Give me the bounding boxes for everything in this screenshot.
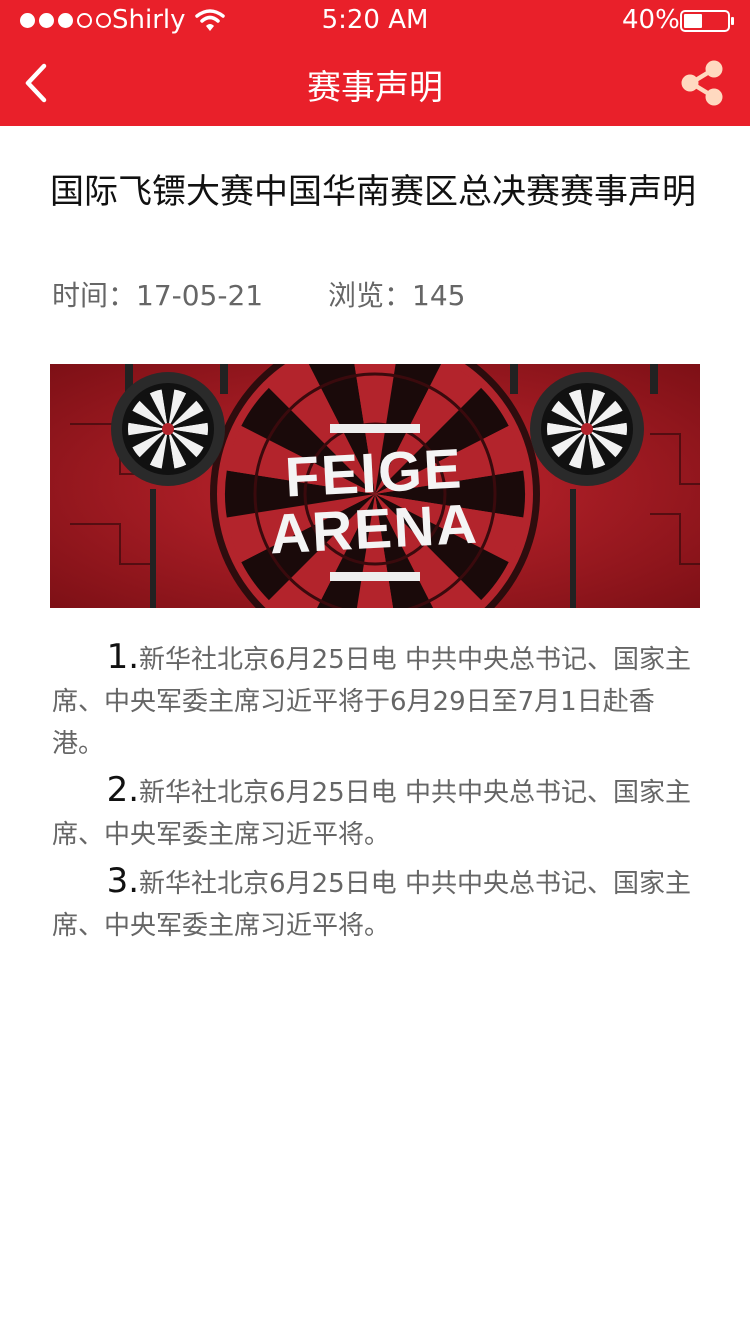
page-title: 赛事声明	[307, 68, 443, 108]
paragraph-text: 新华社北京6月25日电 中共中央总书记、国家主席、中央军委主席习近平将于6月29…	[52, 645, 691, 759]
article-banner-image: FEIGE ARENA	[50, 364, 700, 608]
view-count: 浏览：145	[328, 279, 466, 312]
header: Shirly 5:20 AM 40% 赛事声明	[0, 0, 750, 126]
nav-bar: 赛事声明	[0, 42, 750, 126]
battery-percentage: 40%	[622, 5, 680, 35]
banner-text-arena: ARENA	[268, 492, 480, 566]
paragraph-text: 新华社北京6月25日电 中共中央总书记、国家主席、中央军委主席习近平将。	[52, 778, 691, 850]
article-paragraph: 1.新华社北京6月25日电 中共中央总书记、国家主席、中央军委主席习近平将于6月…	[52, 636, 692, 765]
darts-arena-illustration: FEIGE ARENA	[50, 364, 700, 608]
battery-icon	[680, 10, 734, 32]
paragraph-number: 2.	[106, 770, 140, 810]
share-button[interactable]	[680, 58, 726, 108]
publish-time: 时间：17-05-21	[52, 279, 264, 312]
status-bar: Shirly 5:20 AM 40%	[0, 0, 750, 42]
paragraph-number: 3.	[106, 861, 140, 901]
article-paragraph: 3.新华社北京6月25日电 中共中央总书记、国家主席、中央军委主席习近平将。	[52, 860, 692, 947]
paragraph-number: 1.	[106, 637, 140, 677]
paragraph-text: 新华社北京6月25日电 中共中央总书记、国家主席、中央军委主席习近平将。	[52, 869, 691, 941]
article-title: 国际飞镖大赛中国华南赛区总决赛赛事声明	[50, 172, 696, 212]
article-paragraph: 2.新华社北京6月25日电 中共中央总书记、国家主席、中央军委主席习近平将。	[52, 769, 692, 856]
share-icon	[681, 60, 723, 106]
article-body: 1.新华社北京6月25日电 中共中央总书记、国家主席、中央军委主席习近平将于6月…	[52, 636, 692, 951]
